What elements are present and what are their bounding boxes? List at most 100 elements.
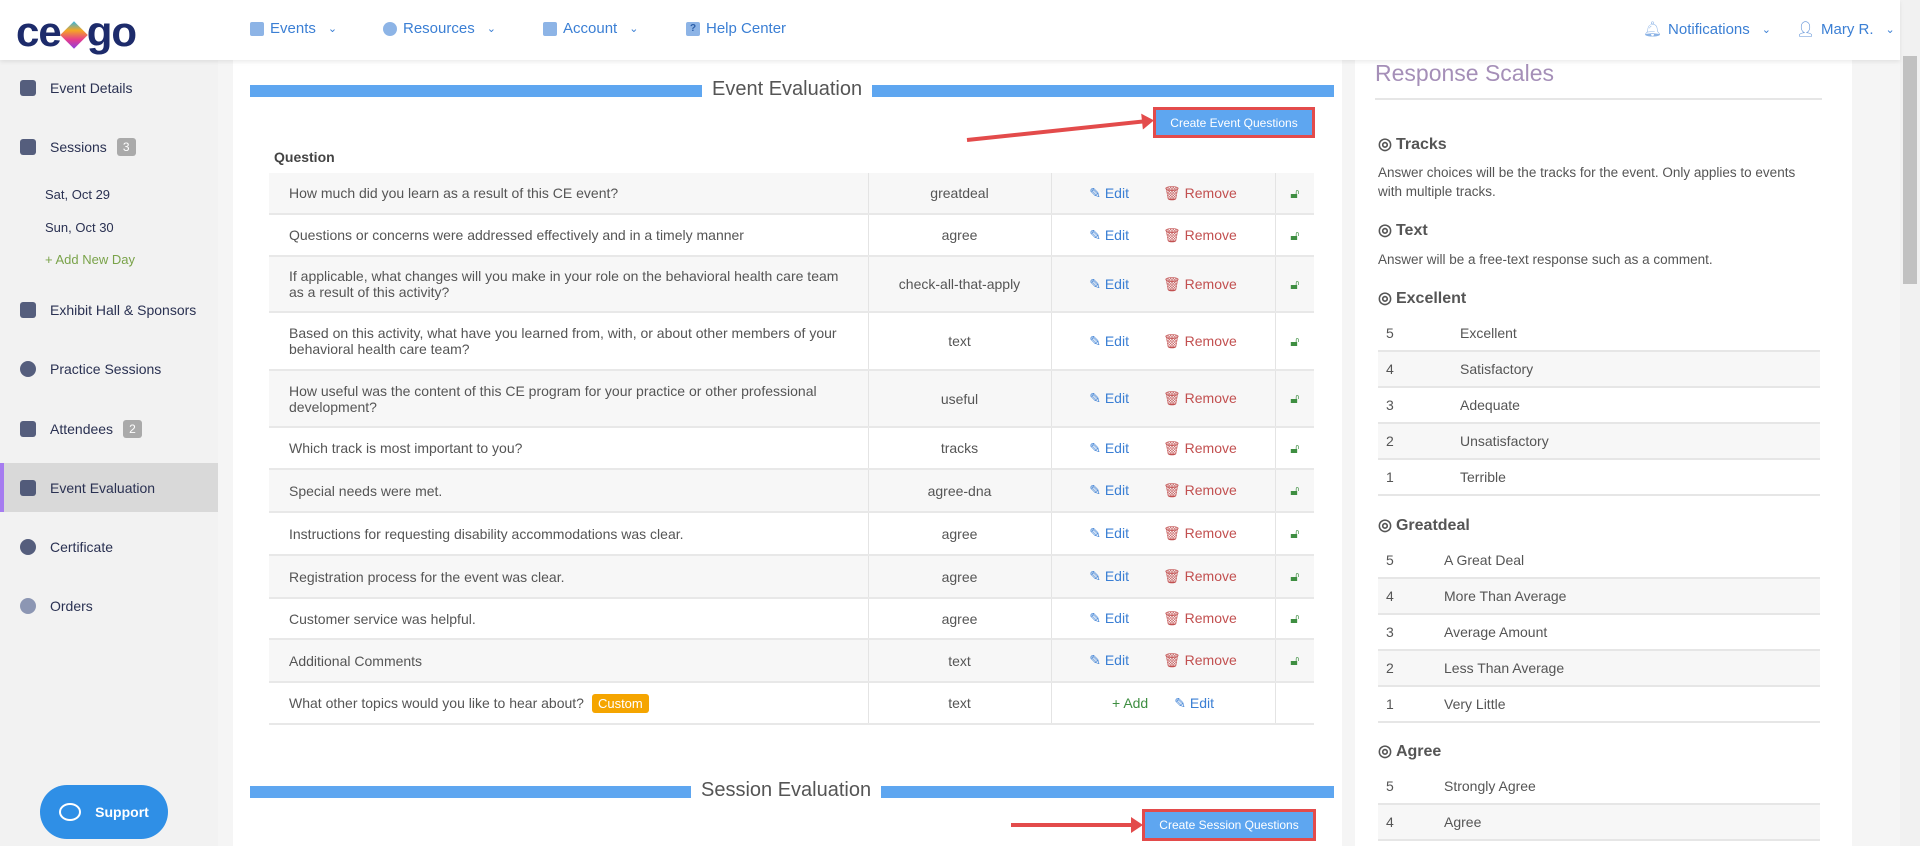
edit-button[interactable]: ✎ Edit bbox=[1089, 652, 1129, 668]
edit-button[interactable]: ✎ Edit bbox=[1089, 390, 1129, 406]
actions-cell: ✎ Edit 🗑︎ Remove bbox=[1051, 469, 1276, 513]
question-text: How useful was the content of this CE pr… bbox=[289, 382, 817, 415]
unlock-icon[interactable]: 🔓︎ bbox=[1275, 312, 1314, 371]
trash-icon: 🗑︎ bbox=[1162, 332, 1181, 349]
custom-badge: Custom bbox=[591, 694, 649, 713]
scale-value: 1 bbox=[1386, 469, 1394, 485]
question-text: What other topics would you like to hear… bbox=[289, 695, 584, 711]
nav-account[interactable]: Account ⌄ bbox=[543, 20, 638, 37]
chevron-down-icon: ⌄ bbox=[327, 23, 338, 35]
users-icon bbox=[20, 421, 36, 437]
sidebar-item-event-details[interactable]: Event Details bbox=[0, 68, 218, 108]
trash-icon: 🗑︎ bbox=[1162, 439, 1181, 456]
count-badge: 3 bbox=[116, 138, 136, 156]
unlock-icon[interactable]: 🔓︎ bbox=[1275, 214, 1314, 257]
sidebar-day[interactable]: Sat, Oct 29 bbox=[45, 187, 110, 202]
edit-button[interactable]: ✎ Edit bbox=[1089, 568, 1129, 584]
remove-button[interactable]: 🗑︎ Remove bbox=[1163, 652, 1237, 668]
edit-button[interactable]: ✎ Edit bbox=[1089, 276, 1129, 292]
remove-button[interactable]: 🗑︎ Remove bbox=[1163, 227, 1237, 243]
sidebar-item-exhibit-hall[interactable]: Exhibit Hall & Sponsors bbox=[0, 290, 218, 330]
scrollbar-thumb[interactable] bbox=[1903, 56, 1917, 284]
edit-button[interactable]: ✎ Edit bbox=[1089, 440, 1129, 456]
divider bbox=[1375, 98, 1822, 100]
add-label: Add bbox=[1123, 694, 1149, 711]
unlock-icon[interactable]: 🔓︎ bbox=[1275, 427, 1314, 470]
remove-button[interactable]: 🗑︎ Remove bbox=[1163, 390, 1237, 406]
scale-cell: text bbox=[868, 682, 1052, 725]
user-menu[interactable]: 👤︎ Mary R. ⌄ bbox=[1796, 20, 1895, 39]
scale-value: 3 bbox=[1386, 397, 1394, 413]
question-text: How much did you learn as a result of th… bbox=[289, 185, 619, 201]
unlock-icon[interactable]: 🔓︎ bbox=[1275, 256, 1314, 313]
scale-row: 5 A Great Deal bbox=[1378, 543, 1820, 579]
create-event-questions-button[interactable]: Create Event Questions bbox=[1153, 107, 1315, 138]
scale-label: Satisfactory bbox=[1460, 361, 1534, 377]
label: Sessions bbox=[50, 139, 107, 155]
remove-button[interactable]: 🗑︎ Remove bbox=[1163, 482, 1237, 498]
sidebar-item-event-evaluation[interactable]: Event Evaluation bbox=[0, 463, 218, 512]
scale-row: 5 Excellent bbox=[1378, 316, 1820, 352]
table-row: How much did you learn as a result of th… bbox=[269, 173, 1314, 215]
question-cell: Additional Comments bbox=[269, 639, 869, 683]
question-column-header: Question bbox=[274, 149, 335, 165]
edit-button[interactable]: ✎ Edit bbox=[1089, 482, 1129, 498]
remove-button[interactable]: 🗑︎ Remove bbox=[1163, 333, 1237, 349]
remove-button[interactable]: 🗑︎ Remove bbox=[1163, 610, 1237, 626]
label: Practice Sessions bbox=[50, 361, 162, 377]
trash-icon: 🗑︎ bbox=[1162, 568, 1181, 584]
create-session-questions-button[interactable]: Create Session Questions bbox=[1142, 809, 1316, 841]
edit-button[interactable]: ✎ Edit bbox=[1089, 227, 1129, 243]
add-button[interactable]: + Add bbox=[1112, 695, 1148, 711]
edit-button[interactable]: ✎ Edit bbox=[1089, 610, 1129, 626]
sidebar-item-certificate[interactable]: Certificate bbox=[0, 527, 218, 567]
unlock-icon[interactable]: 🔓︎ bbox=[1275, 598, 1314, 640]
nav-events[interactable]: Events ⌄ bbox=[250, 20, 337, 37]
edit-button[interactable]: ✎ Edit bbox=[1089, 333, 1129, 349]
question-text: Customer service was helpful. bbox=[289, 610, 476, 627]
remove-button[interactable]: 🗑︎ Remove bbox=[1163, 568, 1237, 584]
scale-value: 5 bbox=[1386, 552, 1394, 568]
table-row: Instructions for requesting disability a… bbox=[269, 512, 1314, 556]
sidebar-item-attendees[interactable]: Attendees 2 bbox=[0, 409, 218, 449]
question-text: Questions or concerns were addressed eff… bbox=[289, 227, 744, 243]
scale-heading-tracks: Tracks bbox=[1378, 134, 1447, 154]
support-button[interactable]: Support bbox=[40, 785, 168, 839]
trash-icon: 🗑︎ bbox=[1162, 610, 1181, 626]
unlock-icon[interactable]: 🔓︎ bbox=[1275, 173, 1314, 215]
edit-button[interactable]: ✎ Edit bbox=[1174, 695, 1214, 711]
remove-button[interactable]: 🗑︎ Remove bbox=[1163, 525, 1237, 541]
table-row: Questions or concerns were addressed eff… bbox=[269, 214, 1314, 257]
remove-button[interactable]: 🗑︎ Remove bbox=[1163, 440, 1237, 456]
trash-icon: 🗑︎ bbox=[1162, 390, 1181, 406]
scale-value: 3 bbox=[1386, 624, 1394, 640]
sidebar-item-practice-sessions[interactable]: Practice Sessions bbox=[0, 349, 218, 389]
question-cell: Special needs were met. bbox=[269, 469, 869, 513]
sidebar-item-sessions[interactable]: Sessions 3 bbox=[0, 127, 218, 167]
sidebar-item-orders[interactable]: Orders bbox=[0, 586, 218, 626]
unlock-icon[interactable]: 🔓︎ bbox=[1275, 639, 1314, 683]
scale-row: 3 Average Amount bbox=[1378, 615, 1820, 651]
actions-cell: ✎ Edit 🗑︎ Remove bbox=[1051, 598, 1276, 640]
edit-button[interactable]: ✎ Edit bbox=[1089, 525, 1129, 541]
unlock-icon[interactable]: 🔓︎ bbox=[1275, 555, 1314, 599]
label: Certificate bbox=[50, 539, 114, 555]
question-cell: If applicable, what changes will you mak… bbox=[269, 256, 869, 313]
notifications-menu[interactable]: 🔔︎ Notifications ⌄ bbox=[1643, 20, 1771, 39]
remove-button[interactable]: 🗑︎ Remove bbox=[1163, 276, 1237, 292]
edit-button[interactable]: ✎ Edit bbox=[1089, 185, 1129, 201]
unlock-icon[interactable]: 🔓︎ bbox=[1275, 512, 1314, 556]
remove-button[interactable]: 🗑︎ Remove bbox=[1163, 185, 1237, 201]
nav-resources[interactable]: Resources ⌄ bbox=[383, 20, 496, 37]
nav-help-center[interactable]: ? Help Center bbox=[686, 20, 786, 37]
bell-icon: 🔔︎ bbox=[1643, 21, 1663, 38]
scale-description: Answer choices will be the tracks for th… bbox=[1378, 165, 1796, 199]
unlock-icon[interactable]: 🔓︎ bbox=[1275, 370, 1314, 428]
logo[interactable]: ce go bbox=[16, 8, 137, 56]
add-new-day-link[interactable]: + Add New Day bbox=[45, 252, 135, 267]
chevron-down-icon: ⌄ bbox=[629, 23, 639, 35]
sidebar-day[interactable]: Sun, Oct 30 bbox=[45, 220, 114, 235]
scale-heading-text: Text bbox=[1378, 220, 1428, 240]
question-cell: What other topics would you like to hear… bbox=[269, 682, 869, 725]
unlock-icon[interactable]: 🔓︎ bbox=[1275, 469, 1314, 513]
